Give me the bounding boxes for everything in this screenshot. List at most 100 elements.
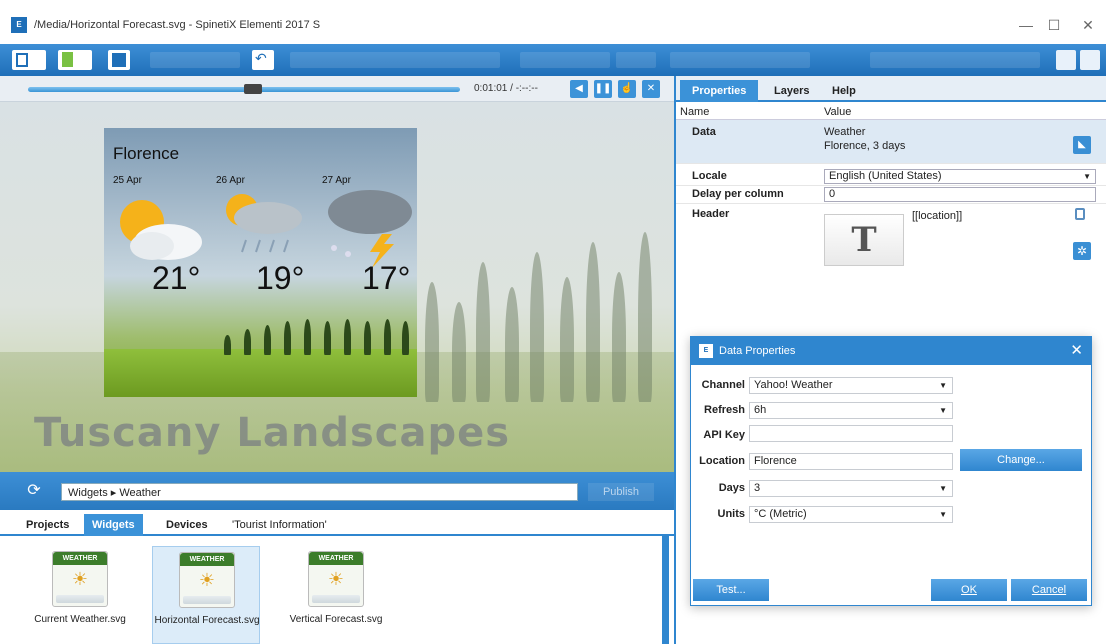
preview-scene: Florence 25 Apr 26 Apr 27 Apr 21° 19° 17… bbox=[0, 102, 674, 472]
title-bar: E /Media/Horizontal Forecast.svg - Spine… bbox=[0, 0, 1106, 44]
player-bar: 0:01:01 / -:--:-- ◀ ❚❚ ☝ ✕ bbox=[0, 76, 674, 102]
settings-button[interactable]: ✲ bbox=[1073, 242, 1091, 260]
cypress-tree bbox=[244, 329, 251, 355]
gallery-item-horizontal-forecast[interactable]: WEATHER ☀ Horizontal Forecast.svg bbox=[152, 546, 260, 644]
dialog-title: Data Properties bbox=[719, 345, 796, 357]
maximize-button[interactable]: ☐ bbox=[1040, 14, 1068, 36]
locale-value: English (United States) bbox=[829, 170, 942, 182]
units-select[interactable]: °C (Metric) ▼ bbox=[749, 506, 953, 523]
font-family-select[interactable] bbox=[520, 52, 610, 68]
change-button[interactable]: Change... bbox=[960, 449, 1082, 471]
forecast-temp: 19° bbox=[256, 260, 305, 296]
menu-icon bbox=[16, 53, 28, 67]
storm-icon bbox=[328, 190, 412, 268]
undo-button[interactable]: ↶ bbox=[252, 50, 274, 70]
cut-copy-paste-group[interactable] bbox=[150, 52, 240, 68]
publish-button[interactable]: Publish bbox=[588, 483, 654, 501]
test-button[interactable]: Test... bbox=[693, 579, 769, 601]
timeline-thumb[interactable] bbox=[243, 84, 262, 94]
tab-widgets[interactable]: Widgets bbox=[84, 514, 143, 536]
gallery-item-label: Horizontal Forecast.svg bbox=[154, 615, 260, 626]
gallery-scrollbar[interactable] bbox=[662, 536, 669, 644]
property-row-delay[interactable]: Delay per column 0 bbox=[676, 186, 1106, 204]
gallery-item-current-weather[interactable]: WEATHER ☀ Current Weather.svg bbox=[26, 546, 134, 644]
app-logo-icon: E bbox=[11, 17, 27, 33]
property-row-data[interactable]: Data Weather Florence, 3 days bbox=[676, 120, 1106, 164]
property-row-locale[interactable]: Locale English (United States) ▼ bbox=[676, 168, 1106, 186]
tab-help[interactable]: Help bbox=[820, 80, 868, 102]
close-preview-button[interactable]: ✕ bbox=[642, 80, 660, 98]
api-key-input[interactable] bbox=[749, 425, 953, 442]
text-style-button[interactable]: T bbox=[824, 214, 904, 266]
menu-button[interactable] bbox=[12, 50, 46, 70]
days-label: Days bbox=[718, 482, 745, 494]
cancel-button[interactable]: Cancel bbox=[1011, 579, 1087, 601]
gallery-item-vertical-forecast[interactable]: WEATHER ☀ Vertical Forecast.svg bbox=[282, 546, 390, 644]
forecast-city: Florence bbox=[113, 144, 180, 163]
volume-button[interactable]: ◀ bbox=[570, 80, 588, 98]
cypress-tree bbox=[344, 319, 351, 355]
save-icon bbox=[112, 53, 126, 67]
rss-feed-button[interactable]: ◣ bbox=[1073, 136, 1091, 154]
forecast-temp: 21° bbox=[152, 260, 201, 296]
save-button[interactable] bbox=[108, 50, 130, 70]
align-tools-group[interactable] bbox=[870, 52, 1040, 68]
widget-treeline bbox=[104, 319, 417, 355]
widget-thumbnail: WEATHER ☀ bbox=[179, 552, 235, 608]
cypress-tree bbox=[505, 287, 519, 402]
pause-button[interactable]: ❚❚ bbox=[594, 80, 612, 98]
ok-button[interactable]: OK bbox=[931, 579, 1007, 601]
library-tabs: Projects Widgets Devices 'Tourist Inform… bbox=[0, 510, 674, 536]
thumbnail-badge: WEATHER bbox=[180, 553, 234, 566]
cypress-tree bbox=[560, 277, 574, 402]
tab-layers[interactable]: Layers bbox=[762, 80, 821, 102]
widget-thumbnail: WEATHER ☀ bbox=[52, 551, 108, 607]
format-tools-group[interactable] bbox=[290, 52, 500, 68]
cypress-tree bbox=[586, 242, 600, 402]
cypress-tree bbox=[304, 319, 311, 355]
days-select[interactable]: 3 ▼ bbox=[749, 480, 953, 497]
close-button[interactable]: ✕ bbox=[1074, 14, 1102, 36]
property-row-header[interactable]: Header T [[location]] ✲ bbox=[676, 206, 1106, 280]
refresh-label: Refresh bbox=[704, 404, 745, 416]
channel-select[interactable]: Yahoo! Weather ▼ bbox=[749, 377, 953, 394]
property-name: Locale bbox=[692, 170, 727, 182]
locale-select[interactable]: English (United States) ▼ bbox=[824, 169, 1096, 184]
tab-tourist-information[interactable]: 'Tourist Information' bbox=[224, 514, 335, 536]
export-button[interactable] bbox=[1056, 50, 1076, 70]
playback-time: 0:01:01 / -:--:-- bbox=[474, 83, 538, 94]
header-template-value: [[location]] bbox=[912, 210, 963, 222]
dialog-close-button[interactable]: ✕ bbox=[1070, 337, 1083, 365]
channel-value: Yahoo! Weather bbox=[754, 379, 833, 391]
rain-icon bbox=[226, 194, 302, 253]
column-header-value: Value bbox=[824, 106, 852, 118]
thumbnail-footer bbox=[312, 595, 360, 603]
weather-widget[interactable]: Florence 25 Apr 26 Apr 27 Apr 21° 19° 17… bbox=[104, 128, 417, 397]
import-button[interactable] bbox=[1080, 50, 1100, 70]
properties-header: Name Value bbox=[676, 104, 1106, 120]
minimize-button[interactable]: — bbox=[1012, 14, 1040, 36]
api-key-label: API Key bbox=[703, 429, 745, 441]
new-file-button[interactable] bbox=[58, 50, 92, 70]
rss-icon: ◣ bbox=[1078, 139, 1086, 150]
tab-devices[interactable]: Devices bbox=[158, 514, 216, 536]
chevron-down-icon: ▼ bbox=[939, 484, 947, 493]
thumbnail-badge: WEATHER bbox=[53, 552, 107, 565]
font-size-select[interactable] bbox=[616, 52, 656, 68]
lock-icon[interactable] bbox=[1075, 208, 1085, 220]
gallery-item-label: Current Weather.svg bbox=[34, 614, 126, 625]
tab-projects[interactable]: Projects bbox=[18, 514, 77, 536]
refresh-button[interactable]: ⟳ bbox=[24, 481, 44, 501]
delay-input[interactable]: 0 bbox=[824, 187, 1096, 202]
tab-properties[interactable]: Properties bbox=[680, 80, 759, 102]
location-input[interactable]: Florence bbox=[749, 453, 953, 470]
interact-button[interactable]: ☝ bbox=[618, 80, 636, 98]
refresh-value: 6h bbox=[754, 404, 767, 416]
refresh-select[interactable]: 6h ▼ bbox=[749, 402, 953, 419]
cypress-tree bbox=[425, 282, 439, 402]
text-style-group[interactable] bbox=[670, 52, 810, 68]
cypress-tree bbox=[324, 321, 331, 355]
dialog-title-bar: E Data Properties ✕ bbox=[691, 337, 1091, 365]
path-field[interactable]: Widgets ▸ Weather bbox=[61, 483, 578, 501]
property-value: Weather bbox=[824, 126, 866, 138]
